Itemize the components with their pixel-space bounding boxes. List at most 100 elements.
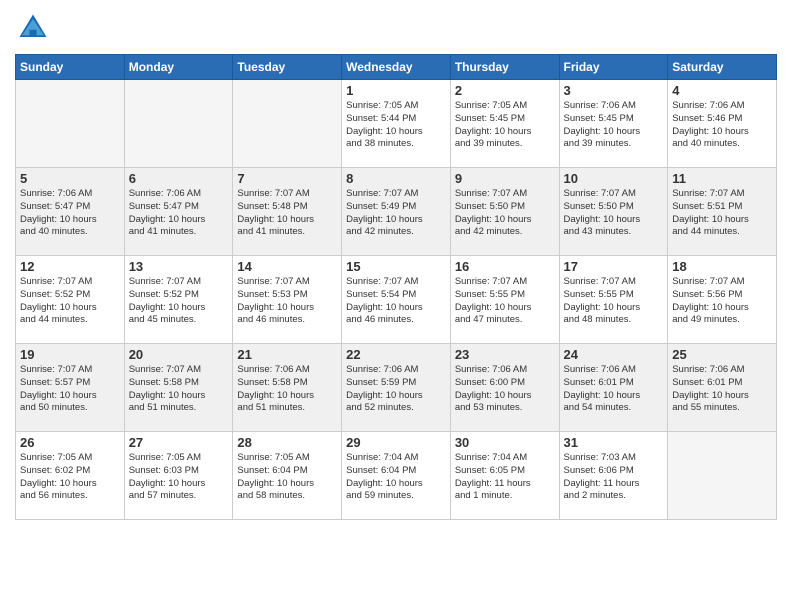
day-number: 12	[20, 259, 120, 274]
day-number: 11	[672, 171, 772, 186]
day-info: Sunrise: 7:05 AM Sunset: 5:44 PM Dayligh…	[346, 100, 446, 151]
day-info: Sunrise: 7:06 AM Sunset: 5:59 PM Dayligh…	[346, 364, 446, 415]
day-number: 20	[129, 347, 229, 362]
day-info: Sunrise: 7:07 AM Sunset: 5:56 PM Dayligh…	[672, 276, 772, 327]
day-info: Sunrise: 7:07 AM Sunset: 5:54 PM Dayligh…	[346, 276, 446, 327]
day-number: 29	[346, 435, 446, 450]
day-info: Sunrise: 7:06 AM Sunset: 5:47 PM Dayligh…	[20, 188, 120, 239]
calendar-day-cell: 26 Sunrise: 7:05 AM Sunset: 6:02 PM Dayli…	[16, 432, 125, 520]
calendar-week-row: 26 Sunrise: 7:05 AM Sunset: 6:02 PM Dayli…	[16, 432, 777, 520]
day-info: Sunrise: 7:06 AM Sunset: 5:45 PM Dayligh…	[564, 100, 664, 151]
calendar-day-cell: 24 Sunrise: 7:06 AM Sunset: 6:01 PM Dayli…	[559, 344, 668, 432]
day-info: Sunrise: 7:07 AM Sunset: 5:50 PM Dayligh…	[564, 188, 664, 239]
weekday-header: Wednesday	[342, 55, 451, 80]
calendar-day-cell: 29 Sunrise: 7:04 AM Sunset: 6:04 PM Dayli…	[342, 432, 451, 520]
day-info: Sunrise: 7:07 AM Sunset: 5:52 PM Dayligh…	[20, 276, 120, 327]
day-info: Sunrise: 7:06 AM Sunset: 5:58 PM Dayligh…	[237, 364, 337, 415]
day-info: Sunrise: 7:07 AM Sunset: 5:55 PM Dayligh…	[455, 276, 555, 327]
day-number: 3	[564, 83, 664, 98]
day-number: 24	[564, 347, 664, 362]
calendar-day-cell	[668, 432, 777, 520]
day-info: Sunrise: 7:04 AM Sunset: 6:05 PM Dayligh…	[455, 452, 555, 503]
header	[15, 10, 777, 46]
weekday-header: Tuesday	[233, 55, 342, 80]
day-number: 23	[455, 347, 555, 362]
calendar-day-cell: 6 Sunrise: 7:06 AM Sunset: 5:47 PM Daylig…	[124, 168, 233, 256]
calendar-day-cell: 2 Sunrise: 7:05 AM Sunset: 5:45 PM Daylig…	[450, 80, 559, 168]
day-info: Sunrise: 7:06 AM Sunset: 6:00 PM Dayligh…	[455, 364, 555, 415]
day-info: Sunrise: 7:07 AM Sunset: 5:53 PM Dayligh…	[237, 276, 337, 327]
day-info: Sunrise: 7:07 AM Sunset: 5:50 PM Dayligh…	[455, 188, 555, 239]
day-number: 21	[237, 347, 337, 362]
day-number: 14	[237, 259, 337, 274]
day-number: 9	[455, 171, 555, 186]
day-number: 5	[20, 171, 120, 186]
day-number: 15	[346, 259, 446, 274]
day-info: Sunrise: 7:07 AM Sunset: 5:51 PM Dayligh…	[672, 188, 772, 239]
day-number: 13	[129, 259, 229, 274]
day-number: 6	[129, 171, 229, 186]
calendar-day-cell: 17Sunrise: 7:07 AM Sunset: 5:55 PM Dayli…	[559, 256, 668, 344]
day-info: Sunrise: 7:03 AM Sunset: 6:06 PM Dayligh…	[564, 452, 664, 503]
day-info: Sunrise: 7:05 AM Sunset: 5:45 PM Dayligh…	[455, 100, 555, 151]
calendar-day-cell: 21 Sunrise: 7:06 AM Sunset: 5:58 PM Dayli…	[233, 344, 342, 432]
calendar-day-cell: 4 Sunrise: 7:06 AM Sunset: 5:46 PM Daylig…	[668, 80, 777, 168]
day-number: 4	[672, 83, 772, 98]
calendar-day-cell	[124, 80, 233, 168]
day-number: 26	[20, 435, 120, 450]
calendar-day-cell	[16, 80, 125, 168]
day-info: Sunrise: 7:04 AM Sunset: 6:04 PM Dayligh…	[346, 452, 446, 503]
calendar-week-row: 19 Sunrise: 7:07 AM Sunset: 5:57 PM Dayli…	[16, 344, 777, 432]
page: SundayMondayTuesdayWednesdayThursdayFrid…	[0, 0, 792, 612]
day-info: Sunrise: 7:07 AM Sunset: 5:58 PM Dayligh…	[129, 364, 229, 415]
calendar-day-cell: 28 Sunrise: 7:05 AM Sunset: 6:04 PM Dayli…	[233, 432, 342, 520]
calendar-day-cell: 16 Sunrise: 7:07 AM Sunset: 5:55 PM Dayli…	[450, 256, 559, 344]
day-number: 28	[237, 435, 337, 450]
day-number: 27	[129, 435, 229, 450]
day-info: Sunrise: 7:06 AM Sunset: 5:47 PM Dayligh…	[129, 188, 229, 239]
day-info: Sunrise: 7:07 AM Sunset: 5:52 PM Dayligh…	[129, 276, 229, 327]
day-info: Sunrise: 7:06 AM Sunset: 5:46 PM Dayligh…	[672, 100, 772, 151]
weekday-header: Friday	[559, 55, 668, 80]
weekday-header: Sunday	[16, 55, 125, 80]
weekday-header: Saturday	[668, 55, 777, 80]
day-number: 16	[455, 259, 555, 274]
day-info: Sunrise: 7:06 AM Sunset: 6:01 PM Dayligh…	[672, 364, 772, 415]
day-info: Sunrise: 7:05 AM Sunset: 6:02 PM Dayligh…	[20, 452, 120, 503]
day-number: 18	[672, 259, 772, 274]
day-number: 1	[346, 83, 446, 98]
calendar-day-cell: 1 Sunrise: 7:05 AM Sunset: 5:44 PM Daylig…	[342, 80, 451, 168]
calendar-day-cell: 18 Sunrise: 7:07 AM Sunset: 5:56 PM Dayli…	[668, 256, 777, 344]
day-number: 8	[346, 171, 446, 186]
day-number: 2	[455, 83, 555, 98]
calendar-day-cell: 19 Sunrise: 7:07 AM Sunset: 5:57 PM Dayli…	[16, 344, 125, 432]
calendar-table: SundayMondayTuesdayWednesdayThursdayFrid…	[15, 54, 777, 520]
logo	[15, 10, 55, 46]
calendar-day-cell: 27Sunrise: 7:05 AM Sunset: 6:03 PM Dayli…	[124, 432, 233, 520]
calendar-day-cell: 11 Sunrise: 7:07 AM Sunset: 5:51 PM Dayli…	[668, 168, 777, 256]
day-info: Sunrise: 7:05 AM Sunset: 6:04 PM Dayligh…	[237, 452, 337, 503]
calendar-day-cell: 5 Sunrise: 7:06 AM Sunset: 5:47 PM Daylig…	[16, 168, 125, 256]
calendar-day-cell: 23 Sunrise: 7:06 AM Sunset: 6:00 PM Dayli…	[450, 344, 559, 432]
calendar-week-row: 1 Sunrise: 7:05 AM Sunset: 5:44 PM Daylig…	[16, 80, 777, 168]
weekday-header: Thursday	[450, 55, 559, 80]
day-number: 19	[20, 347, 120, 362]
calendar-day-cell: 8Sunrise: 7:07 AM Sunset: 5:49 PM Daylig…	[342, 168, 451, 256]
weekday-header: Monday	[124, 55, 233, 80]
calendar-day-cell: 7 Sunrise: 7:07 AM Sunset: 5:48 PM Daylig…	[233, 168, 342, 256]
day-number: 31	[564, 435, 664, 450]
calendar-day-cell: 30 Sunrise: 7:04 AM Sunset: 6:05 PM Dayli…	[450, 432, 559, 520]
calendar-day-cell	[233, 80, 342, 168]
calendar-day-cell: 3 Sunrise: 7:06 AM Sunset: 5:45 PM Daylig…	[559, 80, 668, 168]
day-number: 7	[237, 171, 337, 186]
calendar-day-cell: 31 Sunrise: 7:03 AM Sunset: 6:06 PM Dayli…	[559, 432, 668, 520]
logo-icon	[15, 10, 51, 46]
calendar-header-row: SundayMondayTuesdayWednesdayThursdayFrid…	[16, 55, 777, 80]
day-info: Sunrise: 7:07 AM Sunset: 5:48 PM Dayligh…	[237, 188, 337, 239]
day-info: Sunrise: 7:07 AM Sunset: 5:57 PM Dayligh…	[20, 364, 120, 415]
calendar-day-cell: 9 Sunrise: 7:07 AM Sunset: 5:50 PM Daylig…	[450, 168, 559, 256]
calendar-day-cell: 13 Sunrise: 7:07 AM Sunset: 5:52 PM Dayli…	[124, 256, 233, 344]
day-info: Sunrise: 7:06 AM Sunset: 6:01 PM Dayligh…	[564, 364, 664, 415]
day-number: 30	[455, 435, 555, 450]
day-number: 22	[346, 347, 446, 362]
